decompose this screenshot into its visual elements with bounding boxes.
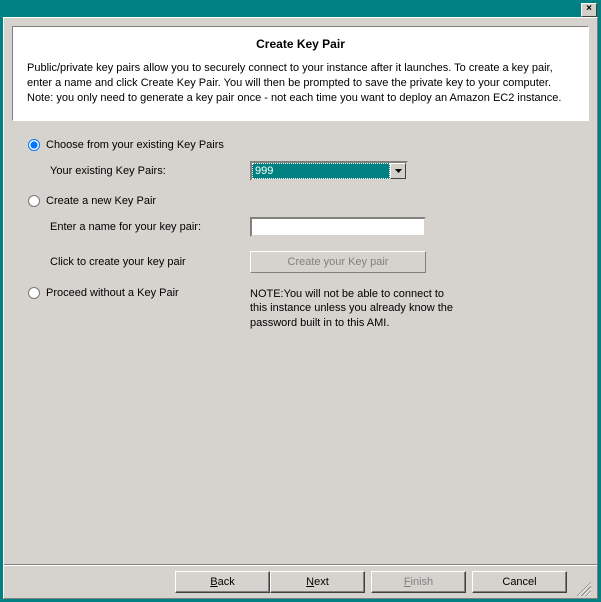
option-label: Choose from your existing Key Pairs (46, 139, 224, 151)
existing-keypair-label: Your existing Key Pairs: (50, 165, 250, 177)
close-icon[interactable]: × (581, 3, 597, 17)
existing-keypair-row: Your existing Key Pairs: 999 (50, 161, 577, 181)
wizard-footer: Back Next Finish Cancel (4, 564, 597, 598)
radio-proceed-without[interactable] (28, 287, 40, 299)
content-area: Create Key Pair Public/private key pairs… (3, 17, 598, 599)
cancel-button[interactable]: Cancel (472, 571, 567, 593)
option-create-new[interactable]: Create a new Key Pair (28, 195, 577, 207)
chevron-down-icon[interactable] (390, 163, 406, 179)
next-button[interactable]: Next (270, 571, 365, 593)
proceed-without-note: NOTE:You will not be able to connect to … (250, 287, 460, 332)
new-keypair-name-label: Enter a name for your key pair: (50, 221, 250, 233)
option-proceed-without: Proceed without a Key Pair NOTE:You will… (28, 287, 577, 332)
option-label: Proceed without a Key Pair (46, 287, 179, 299)
titlebar: × (3, 3, 598, 17)
radio-choose-existing[interactable] (28, 139, 40, 151)
option-label: Create a new Key Pair (46, 195, 156, 207)
create-keypair-row: Click to create your key pair Create you… (50, 251, 577, 273)
option-choose-existing[interactable]: Choose from your existing Key Pairs (28, 139, 577, 151)
new-keypair-name-row: Enter a name for your key pair: (50, 217, 577, 237)
main-area: Choose from your existing Key Pairs Your… (4, 121, 597, 564)
header-panel: Create Key Pair Public/private key pairs… (12, 26, 589, 121)
wizard-window: × Create Key Pair Public/private key pai… (0, 0, 601, 602)
page-description: Public/private key pairs allow you to se… (27, 61, 574, 106)
resize-grip-icon[interactable] (573, 578, 591, 596)
existing-keypair-select[interactable]: 999 (250, 161, 408, 181)
radio-create-new[interactable] (28, 195, 40, 207)
keypair-name-input[interactable] (250, 217, 426, 237)
back-button[interactable]: Back (175, 571, 270, 593)
finish-button[interactable]: Finish (371, 571, 466, 593)
option-proceed-without-radio[interactable]: Proceed without a Key Pair (28, 287, 250, 299)
create-keypair-button[interactable]: Create your Key pair (250, 251, 426, 273)
create-keypair-label: Click to create your key pair (50, 256, 250, 268)
select-value: 999 (252, 163, 390, 179)
page-title: Create Key Pair (27, 37, 574, 51)
